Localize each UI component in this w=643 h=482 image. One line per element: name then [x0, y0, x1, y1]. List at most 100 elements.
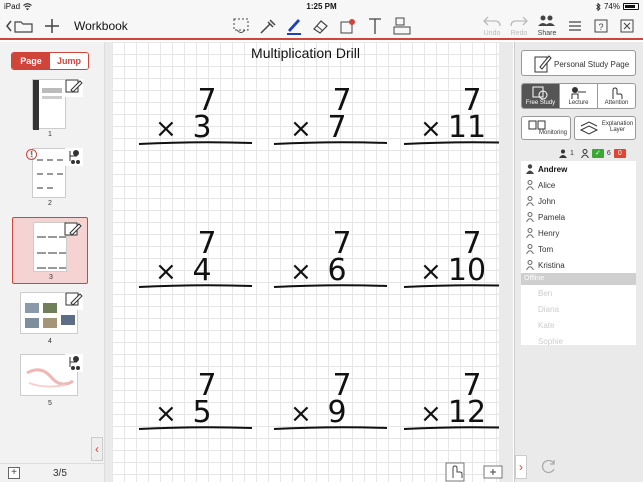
student-name: Kristina	[538, 261, 565, 270]
thumbnail-page-5[interactable]: 5	[12, 354, 88, 416]
drill-problem: 7× 11	[403, 83, 499, 145]
monitoring-button[interactable]: Monitoring	[521, 116, 571, 140]
thumbnail-page-4[interactable]: 4	[12, 292, 88, 354]
student-name: Sophie	[538, 337, 563, 346]
add-page-button[interactable]	[42, 16, 62, 36]
share-icon	[538, 15, 555, 26]
canvas-area[interactable]: Multiplication Drill 7 × 3 7 × 7 7 × 11 7 × 4 7 × 6 7 × 1…	[91, 42, 513, 482]
add-region-button[interactable]	[483, 462, 503, 482]
battery-icon	[623, 3, 639, 10]
fullscreen-button[interactable]	[618, 16, 636, 36]
multiplier: 3	[192, 110, 211, 145]
fullscreen-icon	[620, 19, 634, 33]
offline-student-diana: Diana	[521, 301, 636, 317]
drill-problem: 7× 3	[138, 83, 253, 145]
online-count: 1	[570, 150, 574, 157]
student-name: Henry	[538, 229, 560, 238]
worksheet-page[interactable]: Multiplication Drill 7 × 3 7 × 7 7 × 11 7 × 4 7 × 6 7 × 1…	[112, 42, 499, 482]
thumbnail-page-3[interactable]: 3	[12, 217, 88, 284]
student-item-john[interactable]: John	[521, 193, 636, 209]
redo-label: Redo	[510, 30, 528, 37]
page-number: 1	[48, 131, 52, 138]
hand-tool-button[interactable]	[445, 462, 465, 482]
menu-button[interactable]	[566, 16, 584, 36]
submitted-count: 6	[606, 150, 611, 157]
bluetooth-icon	[596, 2, 601, 11]
mode-free-study[interactable]: Free Study	[522, 84, 560, 108]
student-item-alice[interactable]: Alice	[521, 177, 636, 193]
eyedropper-icon	[260, 19, 276, 34]
study-mode-group: Free Study Lecture Attention	[521, 83, 636, 109]
thumbnail-image	[32, 79, 66, 130]
mode-label: Lecture	[568, 100, 589, 106]
help-button[interactable]: ?	[592, 16, 610, 36]
person-outline-icon	[526, 212, 534, 222]
pen-icon	[287, 19, 301, 35]
drill-problem: 7× 12	[403, 368, 499, 430]
back-folder-icon	[6, 20, 33, 33]
eraser-tool[interactable]	[310, 16, 332, 36]
lasso-tool[interactable]	[231, 16, 253, 36]
times-operator: ×	[290, 399, 312, 429]
drill-drawing: 7× 37× 77× 117× 47× 67× 107× 57× 97× 12	[138, 83, 499, 430]
drill-problem: 7× 5	[138, 368, 253, 430]
add-frame-icon	[483, 465, 503, 479]
student-item-pamela[interactable]: Pamela	[521, 209, 636, 225]
lasso-icon	[233, 18, 249, 33]
student-list: Andrew Alice John Pamela Henry Tom Krist…	[521, 161, 636, 346]
group-badge-icon	[65, 354, 83, 372]
tab-page[interactable]: Page	[12, 53, 50, 69]
redo-button[interactable]: Redo	[507, 14, 531, 38]
collapse-thumbnails-button[interactable]: ‹	[91, 437, 103, 461]
thumbnail-footer: + 3/5	[0, 463, 105, 482]
explanation-layer-label: Explanation Layer	[601, 121, 634, 133]
svg-text:?: ?	[598, 22, 603, 32]
hand-raise-icon	[612, 87, 623, 99]
student-item-kristina[interactable]: Kristina	[521, 257, 636, 273]
text-tool[interactable]	[364, 16, 386, 36]
stamp-icon	[340, 19, 355, 34]
thumbnail-page-2[interactable]: ! 2	[12, 148, 88, 210]
multiplier: 5	[192, 395, 211, 430]
stamp-tool[interactable]	[337, 16, 359, 36]
times-operator: ×	[420, 257, 442, 287]
times-operator: ×	[155, 257, 177, 287]
undo-button[interactable]: Undo	[480, 14, 504, 38]
personal-study-page-button[interactable]: Personal Study Page	[521, 50, 636, 76]
refresh-icon[interactable]	[541, 458, 557, 474]
student-item-tom[interactable]: Tom	[521, 241, 636, 257]
back-button[interactable]	[4, 16, 34, 36]
tab-jump[interactable]: Jump	[50, 53, 88, 69]
explanation-layer-button[interactable]: Explanation Layer	[574, 116, 636, 140]
hand-pointer-icon	[445, 462, 465, 482]
workbook-title: Workbook	[74, 19, 128, 33]
shapes-tool[interactable]	[391, 16, 413, 36]
thumbnail-image	[32, 148, 66, 198]
person-outline-icon	[526, 244, 534, 254]
edit-badge-icon	[65, 292, 83, 310]
multiplier: 11	[448, 110, 486, 145]
pen-tool[interactable]	[283, 16, 305, 36]
mode-lecture[interactable]: Lecture	[560, 84, 598, 108]
offline-header: Offline	[521, 273, 636, 285]
offline-student-sophie: Sophie	[521, 333, 636, 349]
thumbnail-image	[33, 222, 67, 272]
times-operator: ×	[155, 399, 177, 429]
drill-problem: 7× 4	[138, 226, 253, 288]
lecture-icon	[571, 87, 586, 99]
multiplier: 10	[448, 253, 486, 288]
share-button[interactable]: Share	[534, 14, 560, 38]
group-badge-icon	[65, 148, 83, 166]
collapse-panel-button[interactable]: ›	[515, 455, 527, 479]
person-outline-icon	[526, 180, 534, 190]
undo-icon	[483, 16, 501, 27]
student-item-andrew[interactable]: Andrew	[521, 161, 636, 177]
student-item-henry[interactable]: Henry	[521, 225, 636, 241]
add-page-small-button[interactable]: +	[8, 467, 20, 479]
redo-icon	[510, 16, 528, 27]
offline-student-kate: Kate	[521, 317, 636, 333]
eyedropper-tool[interactable]	[257, 16, 279, 36]
thumbnail-page-1[interactable]: 1	[12, 79, 88, 141]
drill-problem: 7× 10	[403, 226, 499, 288]
mode-attention[interactable]: Attention	[598, 84, 635, 108]
